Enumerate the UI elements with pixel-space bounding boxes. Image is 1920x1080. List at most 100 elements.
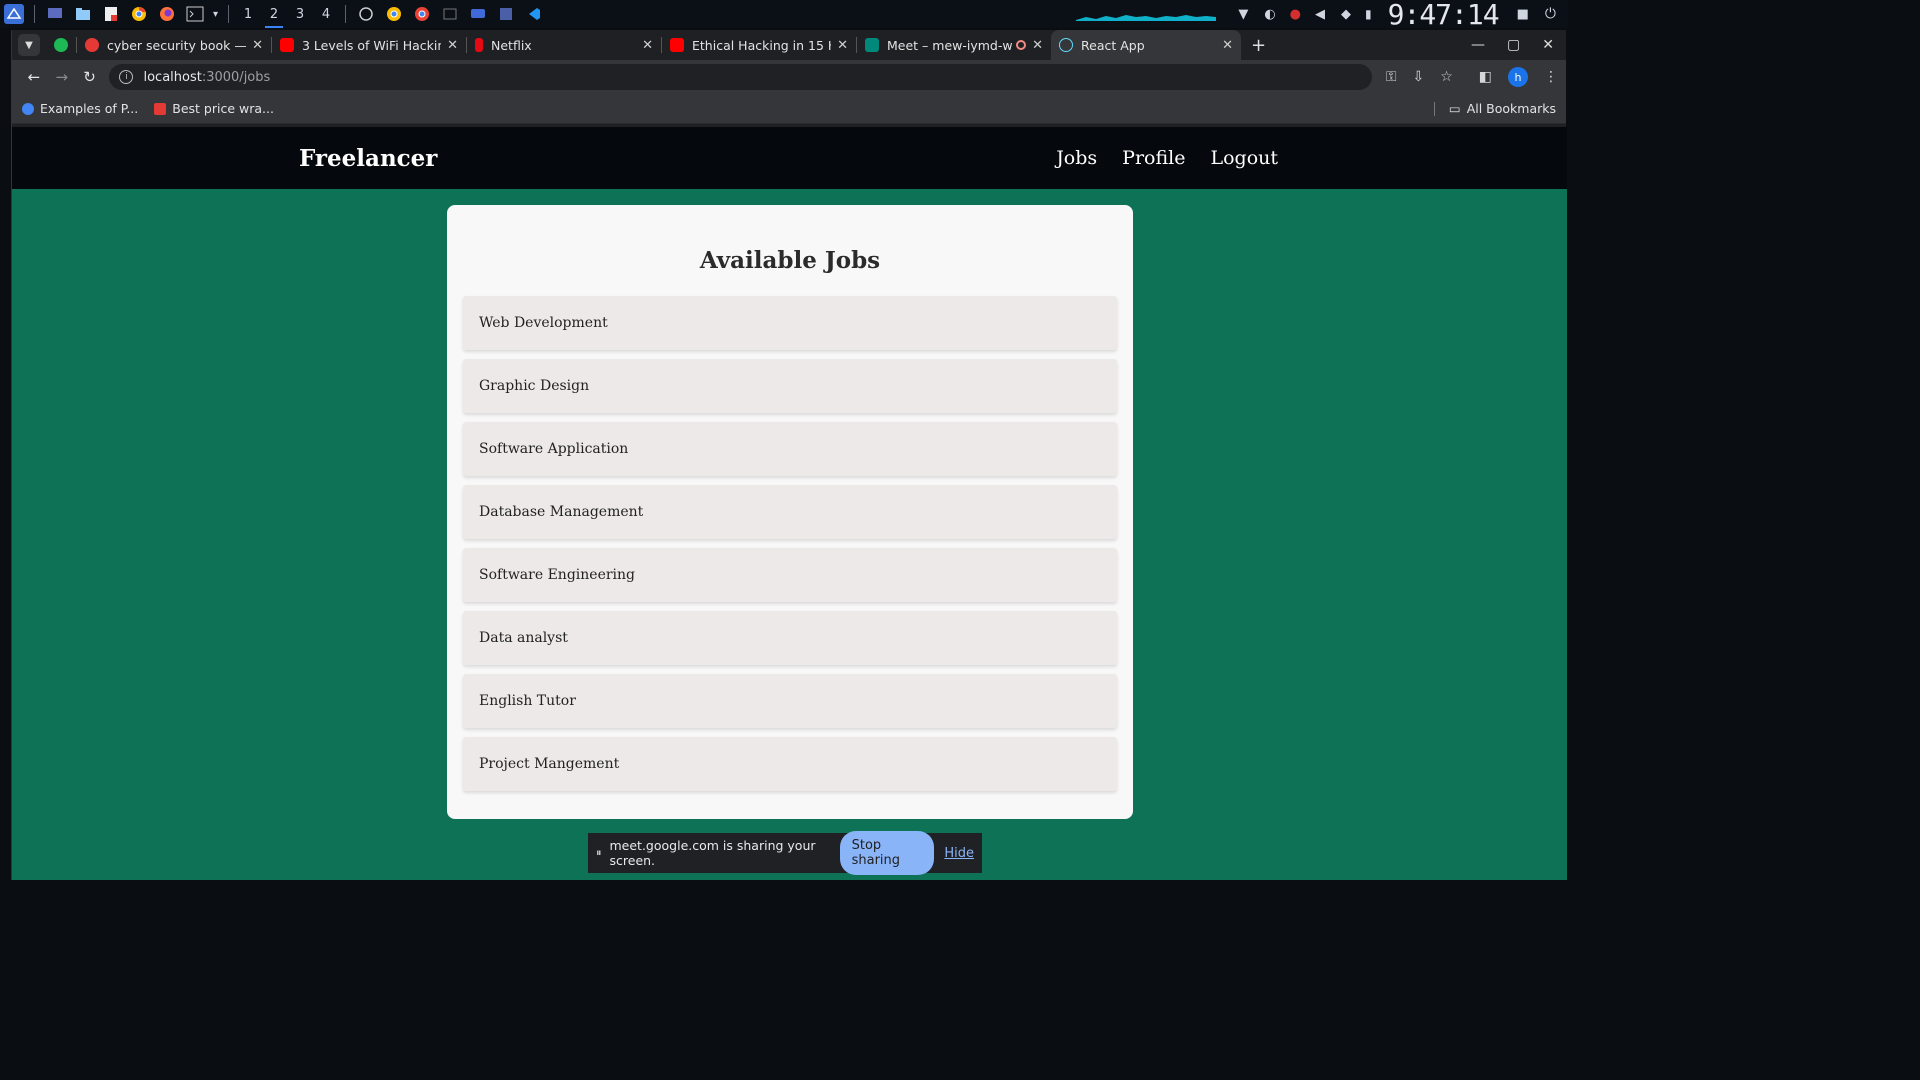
netflix-icon [475, 38, 483, 52]
youtube-icon [280, 38, 294, 52]
reload-icon[interactable]: ↻ [76, 68, 104, 86]
nav-logout-link[interactable]: Logout [1210, 147, 1278, 169]
tab-strip: ▼ cyber security book — Ya ✕ 3 Levels of… [12, 30, 1566, 60]
url-host: localhost [143, 69, 202, 85]
terminal-window-icon[interactable] [440, 4, 460, 24]
lock-icon[interactable]: ■ [1517, 7, 1529, 22]
tab-netflix[interactable]: Netflix ✕ [467, 30, 661, 60]
terminal-icon[interactable] [185, 4, 205, 24]
bell-icon[interactable]: ◆ [1341, 7, 1351, 22]
chevron-down-icon[interactable]: ▾ [213, 9, 218, 20]
nav-jobs-link[interactable]: Jobs [1056, 147, 1097, 169]
chat-icon[interactable] [468, 4, 488, 24]
job-item-data-analyst[interactable]: Data analyst [463, 611, 1117, 665]
address-bar[interactable]: i localhost:3000/jobs [109, 64, 1372, 90]
files-icon[interactable] [73, 4, 93, 24]
side-panel-icon[interactable]: ◧ [1479, 69, 1492, 85]
yandex-icon [85, 38, 99, 52]
divider [345, 5, 347, 23]
job-item-software-application[interactable]: Software Application [463, 422, 1117, 476]
workspace-3[interactable]: 3 [287, 7, 313, 22]
tab-title: React App [1081, 37, 1145, 53]
tab-cyber-security-book[interactable]: cyber security book — Ya ✕ [77, 30, 271, 60]
screen-share-bar: ⏸ meet.google.com is sharing your screen… [588, 831, 982, 875]
camera-icon[interactable]: ◐ [1264, 7, 1275, 22]
window-controls: — ▢ ✕ [1471, 37, 1554, 53]
tab-google-meet[interactable]: Meet – mew-iymd-wa ✕ [857, 30, 1051, 60]
document-icon[interactable] [101, 4, 121, 24]
workspace-4[interactable]: 4 [313, 7, 339, 22]
bookmark-icon [22, 102, 34, 115]
divider [228, 5, 230, 23]
tab-title: Meet – mew-iymd-wa [887, 37, 1013, 53]
divider [34, 5, 35, 23]
stop-sharing-button[interactable]: Stop sharing [839, 831, 935, 875]
job-item-software-engineering[interactable]: Software Engineering [463, 548, 1117, 602]
site-info-icon[interactable]: i [119, 70, 134, 84]
bookmark-examples[interactable]: Examples of P... [22, 101, 138, 116]
close-icon[interactable]: ✕ [447, 38, 458, 53]
desktop-icon[interactable] [45, 4, 65, 24]
close-icon[interactable]: ✕ [1032, 38, 1043, 53]
launcher-icon[interactable] [4, 4, 24, 24]
battery-icon[interactable]: ▮ [1365, 7, 1372, 21]
close-icon[interactable]: ✕ [1222, 38, 1233, 53]
firefox-icon[interactable] [157, 4, 177, 24]
brand-logo[interactable]: Freelancer [299, 145, 437, 172]
star-icon[interactable]: ☆ [1440, 69, 1453, 85]
tab-title: Netflix [491, 37, 532, 53]
tab-search-button[interactable]: ▼ [18, 34, 40, 56]
bookmark-label: Best price wra... [172, 101, 274, 116]
kebab-menu-icon[interactable]: ⋮ [1544, 69, 1558, 85]
new-tab-button[interactable]: + [1251, 35, 1266, 56]
clock-app-icon[interactable] [356, 4, 376, 24]
close-icon[interactable]: ✕ [642, 38, 653, 53]
tab-wifi-hacking[interactable]: 3 Levels of WiFi Hacking ✕ [272, 30, 466, 60]
forward-icon[interactable]: → [48, 68, 76, 86]
workspace-1[interactable]: 1 [235, 7, 261, 22]
tab-react-app[interactable]: React App ✕ [1051, 30, 1241, 60]
jobs-card: Available Jobs Web Development Graphic D… [447, 205, 1133, 819]
close-window-icon[interactable]: ✕ [1542, 37, 1554, 53]
wifi-icon[interactable]: ▼ [1238, 7, 1248, 22]
tab-ethical-hacking[interactable]: Ethical Hacking in 15 Hou ✕ [662, 30, 856, 60]
minimize-icon[interactable]: — [1471, 37, 1485, 53]
power-icon[interactable]: ⏻ [1545, 6, 1556, 22]
volume-icon[interactable]: ◀ [1315, 7, 1325, 22]
hide-link[interactable]: Hide [944, 846, 974, 861]
chrome-icon[interactable] [129, 4, 149, 24]
maximize-icon[interactable]: ▢ [1507, 37, 1520, 53]
pinned-tab-spotify[interactable] [46, 30, 76, 60]
workspace-2[interactable]: 2 [261, 7, 287, 28]
job-item-database-management[interactable]: Database Management [463, 485, 1117, 539]
chrome-window-icon[interactable] [412, 4, 432, 24]
url-path: :3000/jobs [201, 69, 271, 85]
microphone-muted-icon[interactable]: ● [1290, 7, 1301, 22]
share-message: meet.google.com is sharing your screen. [609, 838, 816, 868]
bookmark-label: Examples of P... [40, 101, 139, 116]
close-icon[interactable]: ✕ [252, 38, 263, 53]
key-icon[interactable]: ⚿ [1386, 69, 1397, 85]
avatar[interactable]: h [1508, 67, 1528, 87]
browser-window: ▼ cyber security book — Ya ✕ 3 Levels of… [11, 30, 1567, 880]
app-navbar: Freelancer Jobs Profile Logout [12, 127, 1567, 189]
vscode-icon[interactable] [524, 4, 544, 24]
chrome-window-icon[interactable] [384, 4, 404, 24]
app-window-icon[interactable] [496, 4, 516, 24]
folder-icon: ▭ [1448, 101, 1461, 116]
bookmark-best-price[interactable]: Best price wra... [154, 101, 274, 116]
tab-title: 3 Levels of WiFi Hacking [302, 37, 442, 53]
divider [1433, 101, 1435, 116]
job-item-english-tutor[interactable]: English Tutor [463, 674, 1117, 728]
job-item-web-development[interactable]: Web Development [463, 296, 1117, 350]
job-item-project-management[interactable]: Project Mangement [463, 737, 1117, 791]
page-content: Freelancer Jobs Profile Logout Available… [12, 127, 1567, 880]
job-item-graphic-design[interactable]: Graphic Design [463, 359, 1117, 413]
close-icon[interactable]: ✕ [837, 38, 848, 53]
install-app-icon[interactable]: ⇩ [1412, 69, 1424, 85]
back-icon[interactable]: ← [20, 68, 48, 86]
chevron-down-icon: ▼ [25, 39, 33, 51]
drag-handle-icon[interactable]: ⏸ [596, 846, 602, 860]
all-bookmarks-button[interactable]: ▭ All Bookmarks [1433, 101, 1556, 116]
nav-profile-link[interactable]: Profile [1122, 147, 1185, 169]
